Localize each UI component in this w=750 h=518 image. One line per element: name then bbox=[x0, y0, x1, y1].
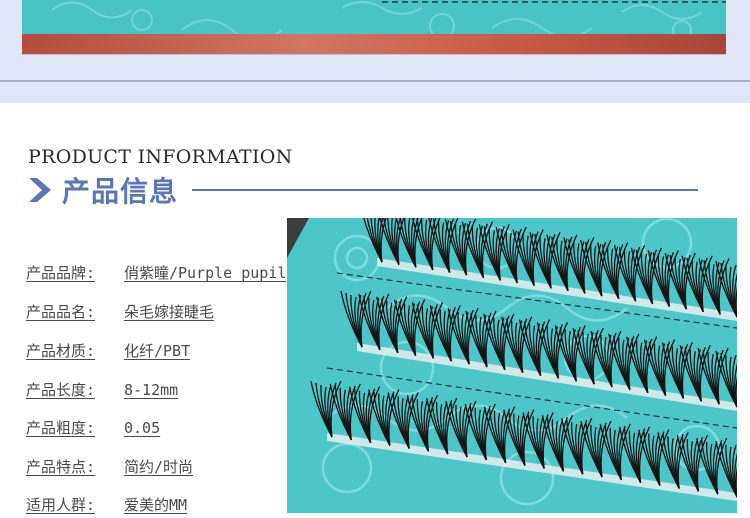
spec-label: 适用人群: bbox=[26, 496, 96, 514]
top-product-photo bbox=[22, 0, 726, 55]
spec-row-length: 产品长度: 8-12mm bbox=[26, 379, 178, 403]
spec-row-thickness: 产品粗度: 0.05 bbox=[26, 417, 160, 441]
spec-label: 产品长度: bbox=[26, 381, 96, 399]
spec-value: 简约/时尚 bbox=[124, 458, 194, 476]
spec-value: 爱美的MM bbox=[124, 496, 188, 514]
spec-value: 朵毛嫁接睫毛 bbox=[124, 303, 215, 321]
spec-value: 8-12mm bbox=[124, 381, 179, 399]
product-photo bbox=[287, 218, 737, 513]
spec-row-features: 产品特点: 简约/时尚 bbox=[26, 456, 193, 480]
spec-row-material: 产品材质: 化纤/PBT bbox=[26, 340, 190, 364]
section-title-cn: 产品信息 bbox=[62, 175, 179, 208]
spec-label: 产品品名: bbox=[26, 303, 96, 321]
title-divider bbox=[192, 189, 698, 191]
spec-label: 产品材质: bbox=[26, 342, 96, 360]
section-title-en: PRODUCT INFORMATION bbox=[28, 146, 293, 168]
top-divider bbox=[0, 80, 750, 82]
spec-value: 化纤/PBT bbox=[124, 342, 191, 360]
spec-row-name: 产品品名: 朵毛嫁接睫毛 bbox=[26, 301, 214, 325]
spec-value: 0.05 bbox=[124, 419, 161, 437]
spec-label: 产品特点: bbox=[26, 458, 96, 476]
spec-row-audience: 适用人群: 爱美的MM bbox=[26, 494, 187, 518]
chevron-right-icon bbox=[29, 178, 51, 202]
spec-label: 产品品牌: bbox=[26, 264, 96, 282]
spec-label: 产品粗度: bbox=[26, 419, 96, 437]
red-tray-edge bbox=[22, 34, 726, 54]
spec-value: 俏紫瞳/Purple pupil bbox=[124, 264, 287, 282]
spec-row-brand: 产品品牌: 俏紫瞳/Purple pupil bbox=[26, 262, 286, 286]
